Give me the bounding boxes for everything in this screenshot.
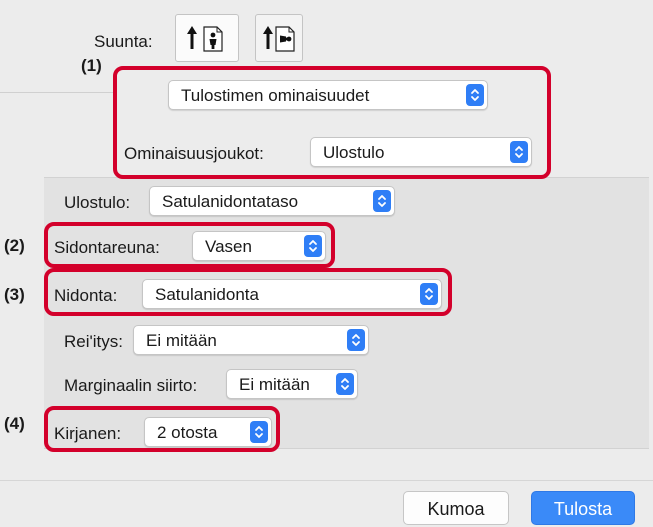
punch-popup[interactable]: Ei mitään [133,325,369,355]
callout-number-4: (4) [4,414,25,433]
chevron-updown-icon [373,190,391,212]
chevron-updown-icon [336,373,354,395]
print-button[interactable]: Tulosta [531,491,635,525]
punch-value: Ei mitään [146,331,217,350]
output-popup[interactable]: Satulanidontataso [149,186,395,216]
highlight-box-3 [44,268,452,316]
highlight-box-2 [44,222,335,268]
callout-number-3: (3) [4,285,25,304]
margin-shift-label: Marginaalin siirto: [64,376,198,395]
output-value: Satulanidontataso [162,192,299,211]
portrait-orientation-button[interactable] [175,14,239,62]
margin-shift-value: Ei mitään [239,375,310,394]
orientation-label: Suunta: [94,32,153,51]
bottom-separator [0,480,653,481]
highlight-box-1 [113,66,551,179]
callout-number-1: (1) [81,56,102,75]
chevron-updown-icon [347,329,365,351]
punch-label: Rei'itys: [64,332,123,351]
landscape-orientation-button[interactable] [255,14,303,62]
highlight-box-4 [44,406,280,452]
landscape-person-icon [263,26,295,52]
cancel-button[interactable]: Kumoa [403,491,509,525]
output-label: Ulostulo: [64,193,131,212]
separator-line [0,92,115,93]
portrait-person-icon [187,26,223,52]
callout-number-2: (2) [4,236,25,255]
margin-shift-popup[interactable]: Ei mitään [226,369,358,399]
